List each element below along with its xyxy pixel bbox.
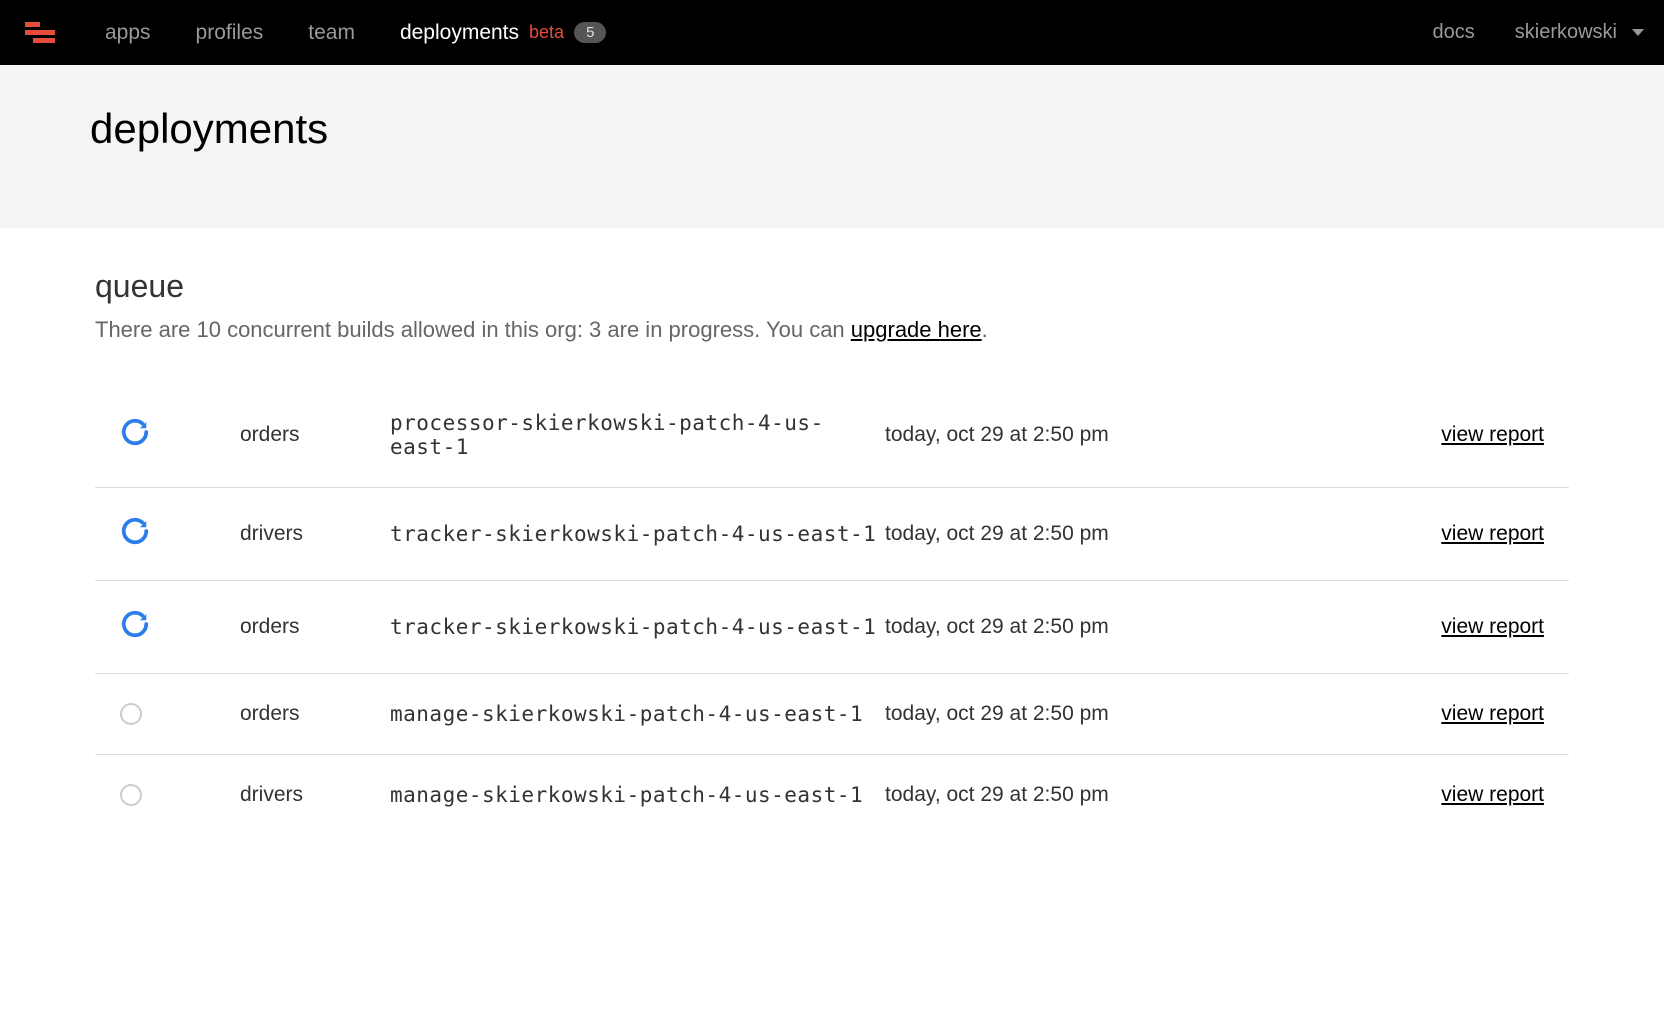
nav-apps[interactable]: apps bbox=[105, 21, 151, 45]
queue-action: view report bbox=[1195, 615, 1569, 639]
queue-action: view report bbox=[1195, 702, 1569, 726]
nav-docs[interactable]: docs bbox=[1433, 21, 1475, 44]
view-report-link[interactable]: view report bbox=[1441, 615, 1544, 638]
page-title: deployments bbox=[90, 105, 1574, 153]
spinner-icon bbox=[95, 417, 240, 453]
nav-items: apps profiles team deployments beta 5 bbox=[105, 21, 1433, 45]
queue-action: view report bbox=[1195, 423, 1569, 447]
nav-user-label: skierkowski bbox=[1515, 21, 1617, 44]
queue-desc-prefix: There are 10 concurrent builds allowed i… bbox=[95, 317, 851, 342]
queue-deployment-name: manage-skierkowski-patch-4-us-east-1 bbox=[390, 702, 885, 726]
queue-time: today, oct 29 at 2:50 pm bbox=[885, 522, 1195, 546]
idle-icon bbox=[95, 784, 240, 806]
content: queue There are 10 concurrent builds all… bbox=[0, 228, 1664, 875]
view-report-link[interactable]: view report bbox=[1441, 423, 1544, 446]
queue-deployment-name: processor-skierkowski-patch-4-us-east-1 bbox=[390, 411, 885, 459]
beta-tag: beta bbox=[529, 22, 564, 43]
queue-action: view report bbox=[1195, 522, 1569, 546]
spinner-icon bbox=[95, 609, 240, 645]
queue-title: queue bbox=[95, 268, 1569, 305]
top-nav: apps profiles team deployments beta 5 do… bbox=[0, 0, 1664, 65]
queue-row: driverstracker-skierkowski-patch-4-us-ea… bbox=[95, 488, 1569, 581]
queue-deployment-name: tracker-skierkowski-patch-4-us-east-1 bbox=[390, 615, 885, 639]
queue-action: view report bbox=[1195, 783, 1569, 807]
queue-row: ordersprocessor-skierkowski-patch-4-us-e… bbox=[95, 383, 1569, 488]
logo-icon[interactable] bbox=[25, 22, 55, 43]
queue-app: orders bbox=[240, 615, 390, 639]
view-report-link[interactable]: view report bbox=[1441, 783, 1544, 806]
queue-deployment-name: tracker-skierkowski-patch-4-us-east-1 bbox=[390, 522, 885, 546]
queue-deployment-name: manage-skierkowski-patch-4-us-east-1 bbox=[390, 783, 885, 807]
nav-deployments-label: deployments bbox=[400, 21, 519, 45]
nav-team[interactable]: team bbox=[308, 21, 355, 45]
count-badge: 5 bbox=[574, 22, 606, 43]
queue-list: ordersprocessor-skierkowski-patch-4-us-e… bbox=[95, 383, 1569, 835]
queue-time: today, oct 29 at 2:50 pm bbox=[885, 783, 1195, 807]
queue-app: orders bbox=[240, 423, 390, 447]
queue-row: driversmanage-skierkowski-patch-4-us-eas… bbox=[95, 755, 1569, 835]
nav-profiles[interactable]: profiles bbox=[196, 21, 264, 45]
queue-time: today, oct 29 at 2:50 pm bbox=[885, 423, 1195, 447]
queue-time: today, oct 29 at 2:50 pm bbox=[885, 615, 1195, 639]
nav-right: docs skierkowski bbox=[1433, 21, 1645, 44]
queue-description: There are 10 concurrent builds allowed i… bbox=[95, 317, 1569, 343]
upgrade-link[interactable]: upgrade here bbox=[851, 317, 982, 342]
queue-app: drivers bbox=[240, 522, 390, 546]
queue-app: drivers bbox=[240, 783, 390, 807]
chevron-down-icon bbox=[1632, 29, 1644, 36]
view-report-link[interactable]: view report bbox=[1441, 702, 1544, 725]
queue-desc-suffix: . bbox=[982, 317, 988, 342]
queue-row: ordersmanage-skierkowski-patch-4-us-east… bbox=[95, 674, 1569, 755]
nav-user-menu[interactable]: skierkowski bbox=[1515, 21, 1644, 44]
spinner-icon bbox=[95, 516, 240, 552]
view-report-link[interactable]: view report bbox=[1441, 522, 1544, 545]
queue-row: orderstracker-skierkowski-patch-4-us-eas… bbox=[95, 581, 1569, 674]
queue-app: orders bbox=[240, 702, 390, 726]
idle-icon bbox=[95, 703, 240, 725]
queue-time: today, oct 29 at 2:50 pm bbox=[885, 702, 1195, 726]
page-header: deployments bbox=[0, 65, 1664, 228]
nav-deployments[interactable]: deployments beta 5 bbox=[400, 21, 606, 45]
